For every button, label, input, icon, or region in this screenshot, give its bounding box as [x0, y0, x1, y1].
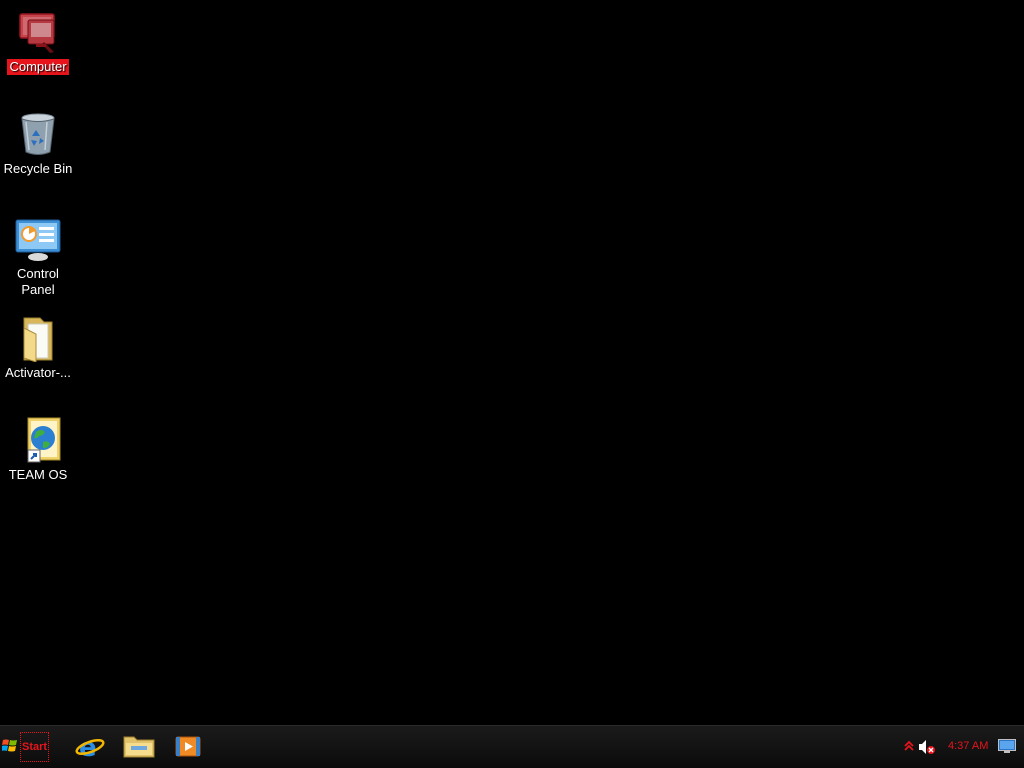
taskbar-pinned-media-player[interactable]: [171, 733, 205, 763]
media-player-icon: [174, 734, 202, 763]
start-label: Start: [20, 732, 50, 762]
computer-icon: [14, 8, 62, 56]
show-desktop-icon[interactable]: [998, 739, 1016, 758]
taskbar: Start e 4:37 AM: [0, 725, 1024, 768]
recycle-bin-icon: [14, 110, 62, 158]
folder-icon: [14, 314, 62, 363]
desktop-icon-team-os[interactable]: TEAM OS: [0, 416, 76, 484]
show-hidden-icons-icon[interactable]: [904, 739, 914, 757]
taskbar-pinned-file-explorer[interactable]: [122, 733, 156, 763]
internet-explorer-icon: e: [75, 732, 105, 765]
desktop-icon-label: Activator-...: [5, 365, 71, 380]
desktop-icon-recycle-bin[interactable]: Recycle Bin: [0, 110, 76, 178]
desktop-icon-label: Recycle Bin: [3, 161, 73, 176]
volume-muted-icon[interactable]: [918, 739, 936, 760]
desktop-icon-computer[interactable]: Computer: [0, 8, 76, 76]
control-panel-icon: [14, 216, 62, 264]
desktop-icon-activator-folder[interactable]: Activator-...: [0, 314, 76, 382]
windows-logo-icon: [1, 737, 18, 758]
globe-shortcut-icon: [14, 416, 62, 464]
taskbar-pinned-internet-explorer[interactable]: e: [73, 733, 107, 763]
desktop-icon-label: Control Panel: [17, 266, 59, 297]
clock[interactable]: 4:37 AM: [948, 740, 988, 752]
desktop-icon-control-panel[interactable]: Control Panel: [0, 216, 76, 299]
desktop-icon-label: TEAM OS: [8, 467, 68, 482]
file-explorer-icon: [123, 734, 155, 763]
desktop: Computer Recycle Bin Control Panel Activ…: [0, 0, 1024, 725]
system-tray: 4:37 AM: [884, 726, 1024, 768]
desktop-icon-label: Computer: [7, 59, 69, 75]
start-button[interactable]: Start: [1, 730, 50, 764]
